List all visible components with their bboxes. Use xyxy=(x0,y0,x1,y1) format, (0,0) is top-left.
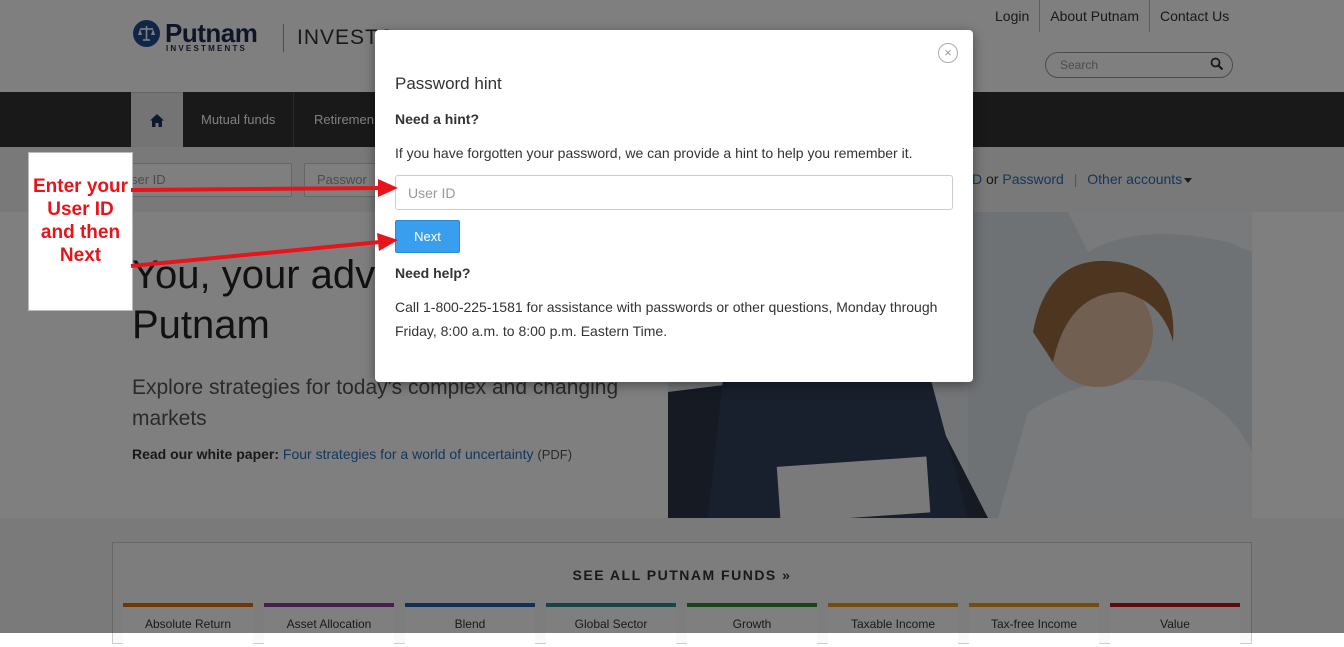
arrow-to-next-button xyxy=(130,233,398,268)
arrow-to-user-id xyxy=(130,179,398,197)
annotation-arrows xyxy=(130,179,398,268)
page: Putnam INVESTMENTS INVESTO Login About P… xyxy=(0,0,1344,647)
